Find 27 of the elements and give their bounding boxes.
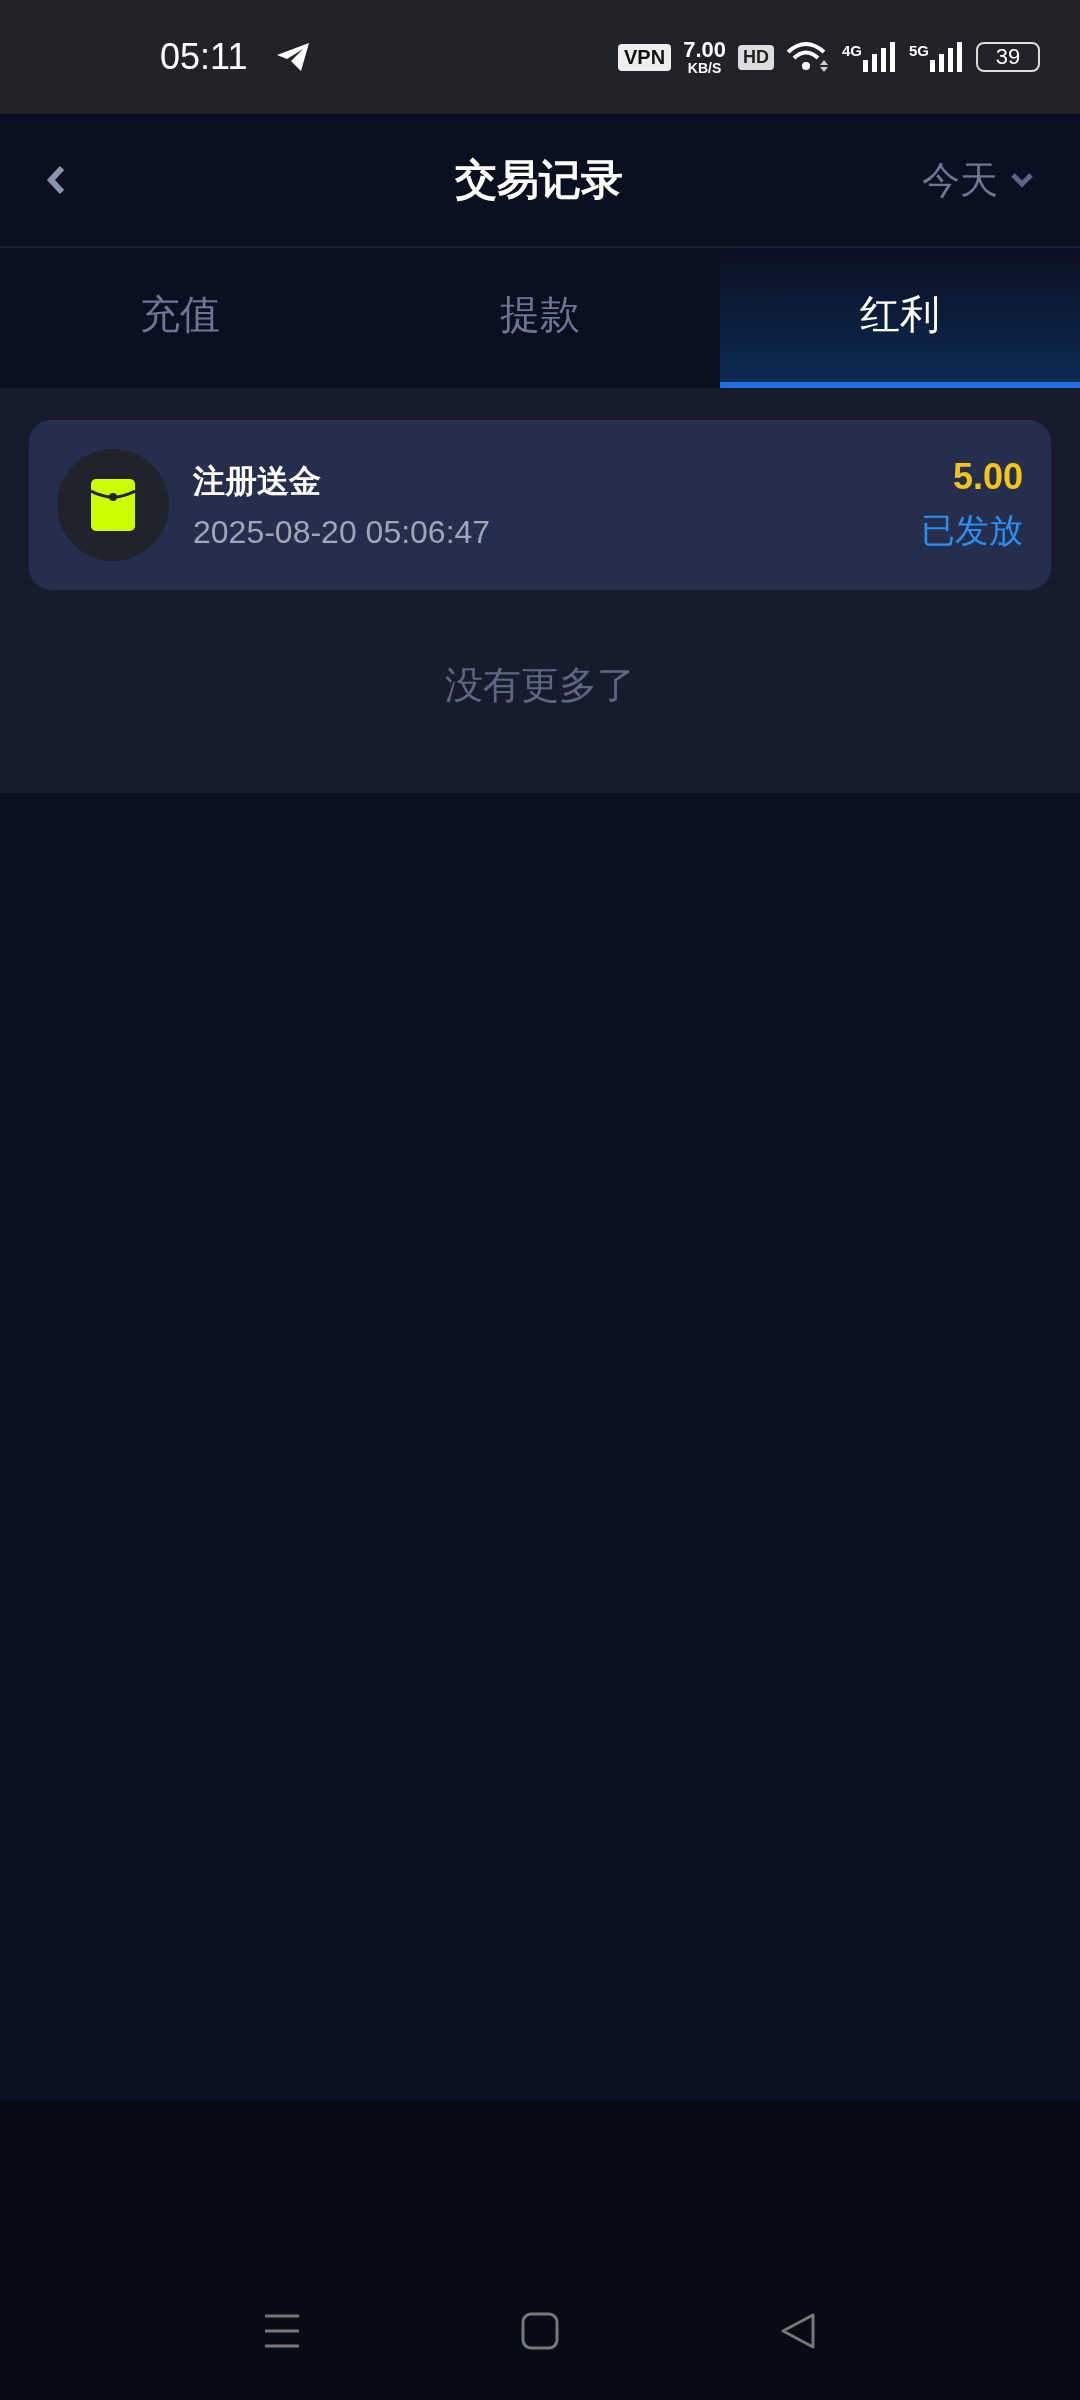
back-icon[interactable]	[46, 165, 66, 195]
wifi-icon	[785, 40, 830, 74]
signal-icon	[863, 42, 897, 72]
tab[interactable]: 充值	[0, 248, 360, 388]
end-of-list-text: 没有更多了	[444, 662, 636, 709]
speed-unit: KB/S	[687, 61, 722, 75]
record-card[interactable]: 注册送金 2025-08-20 05:06:47 5.00 已发放	[29, 420, 1051, 590]
page-title: 交易记录	[455, 154, 623, 206]
home-icon[interactable]	[521, 2312, 559, 2350]
vpn-badge: VPN	[618, 43, 672, 71]
record-status: 已发放	[921, 509, 1023, 552]
back-icon[interactable]	[779, 2312, 817, 2350]
menu-icon[interactable]	[263, 2312, 301, 2350]
date-filter[interactable]: 今天	[922, 154, 1034, 206]
battery-indicator: 39	[976, 42, 1040, 72]
speed-value: 7.00	[683, 39, 726, 61]
hd-badge: HD	[737, 44, 774, 70]
record-amount: 5.00	[952, 456, 1023, 498]
record-time: 2025-08-20 05:06:47	[193, 513, 492, 551]
network-label: 5G	[909, 42, 929, 59]
clock: 05:11	[160, 36, 248, 78]
send-icon	[275, 41, 312, 73]
signal-icon	[930, 42, 964, 72]
caret-icon	[1010, 172, 1034, 188]
tab[interactable]: 提款	[360, 248, 720, 388]
network-label: 4G	[841, 42, 862, 59]
record-title: 注册送金	[193, 460, 322, 502]
